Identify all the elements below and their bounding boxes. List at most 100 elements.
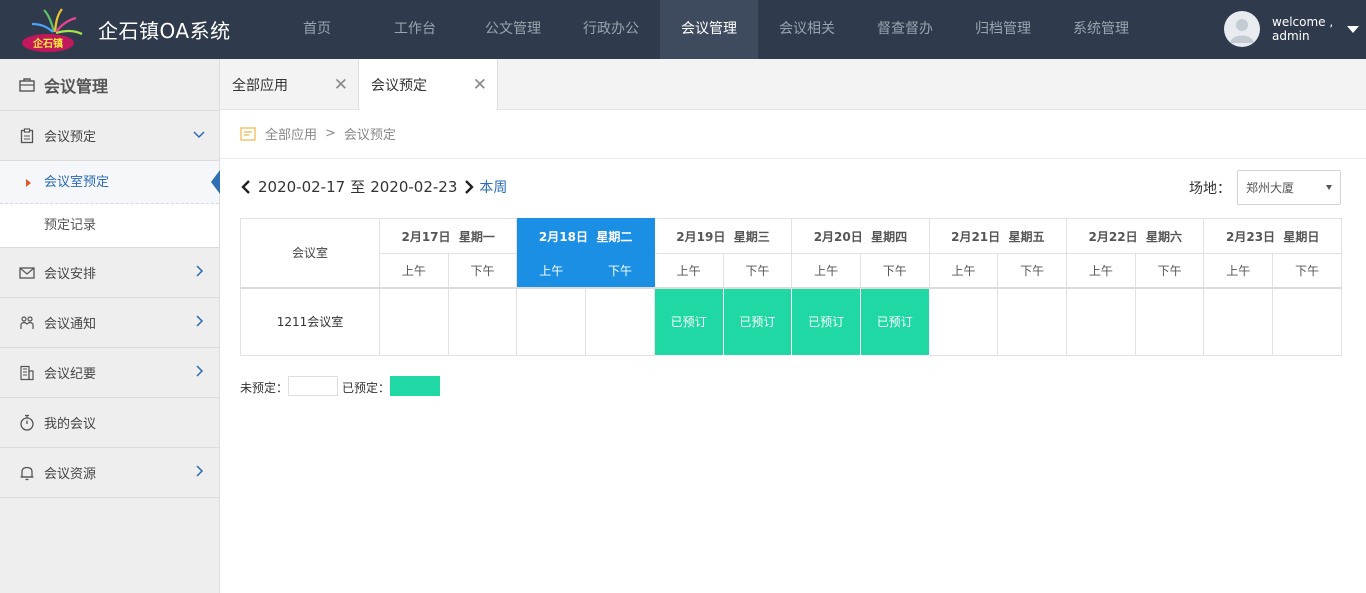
nav-system[interactable]: 系统管理 <box>1052 0 1150 59</box>
chevron-down-icon <box>193 131 205 139</box>
legend: 未预定： 已预定： <box>240 376 444 396</box>
sidebar-item-label: 会议通知 <box>44 317 97 332</box>
welcome-line: welcome , <box>1272 15 1334 29</box>
dropdown-arrow-icon <box>1326 185 1332 190</box>
nav-supervision[interactable]: 督查督办 <box>856 0 954 59</box>
am-header: 上午 <box>516 253 587 289</box>
sidebar-item-meeting-arrangement[interactable]: 会议安排 <box>0 248 219 298</box>
sidebar-subitem-room-booking[interactable]: 会议室预定 <box>0 161 220 204</box>
day-header: 2月23日 星期日 <box>1203 218 1342 254</box>
pm-header: 下午 <box>1134 253 1205 289</box>
sidebar-item-meeting-minutes[interactable]: 会议纪要 <box>0 348 219 398</box>
avatar[interactable] <box>1224 11 1260 47</box>
day-weekday: 星期三 <box>733 229 770 244</box>
week-start: 2020-02-17 <box>258 177 346 196</box>
slot-cell-booked[interactable]: 已预订 <box>722 287 793 356</box>
slot-cell[interactable] <box>379 287 449 356</box>
slot-cell[interactable] <box>997 287 1068 356</box>
sidebar-subitem-booking-records[interactable]: 预定记录 <box>0 204 219 247</box>
briefcase-icon <box>19 77 35 92</box>
chevron-left-icon[interactable] <box>240 179 252 194</box>
slot-cell[interactable] <box>1203 287 1274 356</box>
day-weekday: 星期四 <box>871 229 908 244</box>
table-header-halves: 上午 下午 上午 下午 上午 下午 上午 下午 上午 下午 上午 下午 上午 下… <box>241 253 1342 289</box>
slot-cell[interactable] <box>928 287 999 356</box>
chevron-right-icon <box>196 265 204 277</box>
nav-home[interactable]: 首页 <box>268 0 366 59</box>
slot-cell[interactable] <box>1272 287 1342 356</box>
slot-cell[interactable] <box>1134 287 1205 356</box>
slot-cell-booked[interactable]: 已预订 <box>653 287 724 356</box>
chevron-right-icon <box>196 465 204 477</box>
chevron-right-icon <box>196 315 204 327</box>
nav-meeting-related[interactable]: 会议相关 <box>758 0 856 59</box>
tab-meeting-booking[interactable]: 会议预定 ✕ <box>359 59 498 110</box>
slot-cell[interactable] <box>447 287 518 356</box>
chevron-right-icon <box>196 365 204 377</box>
nav-documents[interactable]: 公文管理 <box>464 0 562 59</box>
divider <box>220 158 1366 159</box>
sidebar-item-meeting-notice[interactable]: 会议通知 <box>0 298 219 348</box>
caret-down-icon[interactable] <box>1347 25 1360 33</box>
sidebar-item-label: 会议纪要 <box>44 367 97 382</box>
am-header: 上午 <box>791 253 861 289</box>
pm-header: 下午 <box>859 253 930 289</box>
slot-cell-booked[interactable]: 已预订 <box>859 287 930 356</box>
logo-text: 企石镇 <box>32 37 63 50</box>
day-weekday: 星期五 <box>1008 229 1045 244</box>
room-column-header: 会议室 <box>240 218 380 289</box>
day-header-today: 2月18日 星期二 <box>516 218 655 254</box>
pm-header: 下午 <box>997 253 1068 289</box>
sidebar-header: 会议管理 <box>0 59 219 111</box>
nav-workbench[interactable]: 工作台 <box>366 0 464 59</box>
nav-meeting-management[interactable]: 会议管理 <box>660 0 758 59</box>
day-header: 2月20日 星期四 <box>791 218 930 254</box>
bell-icon <box>18 464 36 482</box>
building-icon <box>18 364 36 382</box>
table-header-days: 会议室 2月17日 星期一 2月18日 星期二 2月19日 星期三 2月20日 … <box>240 218 1342 289</box>
am-header: 上午 <box>928 253 999 289</box>
venue-filter: 场地： 郑州大厦 <box>1189 170 1341 205</box>
tab-label: 会议预定 <box>371 77 427 94</box>
app-title: 企石镇OA系统 <box>98 19 231 43</box>
sidebar-item-my-meetings[interactable]: 我的会议 <box>0 398 219 448</box>
day-date: 2月20日 <box>813 229 863 244</box>
am-header: 上午 <box>1203 253 1274 289</box>
user-menu[interactable]: welcome , admin <box>1224 11 1360 47</box>
close-icon[interactable]: ✕ <box>473 75 487 95</box>
top-bar: 企石镇 企石镇OA系统 首页 工作台 公文管理 行政办公 会议管理 会议相关 督… <box>0 0 1366 59</box>
sidebar-item-meeting-resources[interactable]: 会议资源 <box>0 448 219 498</box>
day-date: 2月17日 <box>401 229 451 244</box>
nav-admin-office[interactable]: 行政办公 <box>562 0 660 59</box>
am-header: 上午 <box>1066 253 1136 289</box>
breadcrumb-current: 会议预定 <box>343 128 396 143</box>
username: admin <box>1272 29 1310 43</box>
chevron-right-icon[interactable] <box>463 179 475 194</box>
breadcrumb-root[interactable]: 全部应用 <box>265 124 317 143</box>
day-date: 2月23日 <box>1226 229 1276 244</box>
breadcrumb-separator: > <box>325 126 336 141</box>
day-weekday: 星期二 <box>596 229 633 244</box>
week-selector: 2020-02-17 至 2020-02-23 本周 <box>240 176 507 197</box>
tab-all-apps[interactable]: 全部应用 ✕ <box>220 59 359 110</box>
am-header: 上午 <box>379 253 449 289</box>
slot-cell[interactable] <box>1066 287 1136 356</box>
slot-cell-booked[interactable]: 已预订 <box>791 287 861 356</box>
pm-header: 下午 <box>722 253 793 289</box>
this-week-link[interactable]: 本周 <box>479 177 507 197</box>
close-icon[interactable]: ✕ <box>334 75 348 95</box>
stopwatch-icon <box>18 414 36 432</box>
active-marker-icon <box>26 179 31 187</box>
venue-select[interactable]: 郑州大厦 <box>1237 170 1341 205</box>
pm-header: 下午 <box>1272 253 1342 289</box>
slot-cell[interactable] <box>585 287 655 356</box>
slot-cell[interactable] <box>516 287 587 356</box>
table-row: 1211会议室 已预订 已预订 已预订 已预订 <box>240 287 1342 356</box>
pm-header: 下午 <box>447 253 518 289</box>
day-date: 2月19日 <box>676 229 726 244</box>
day-header: 2月19日 星期三 <box>653 218 793 254</box>
am-header: 上午 <box>653 253 724 289</box>
nav-archive[interactable]: 归档管理 <box>954 0 1052 59</box>
legend-booked-label: 已预定： <box>342 381 391 395</box>
sidebar-item-meeting-booking[interactable]: 会议预定 <box>0 111 219 161</box>
